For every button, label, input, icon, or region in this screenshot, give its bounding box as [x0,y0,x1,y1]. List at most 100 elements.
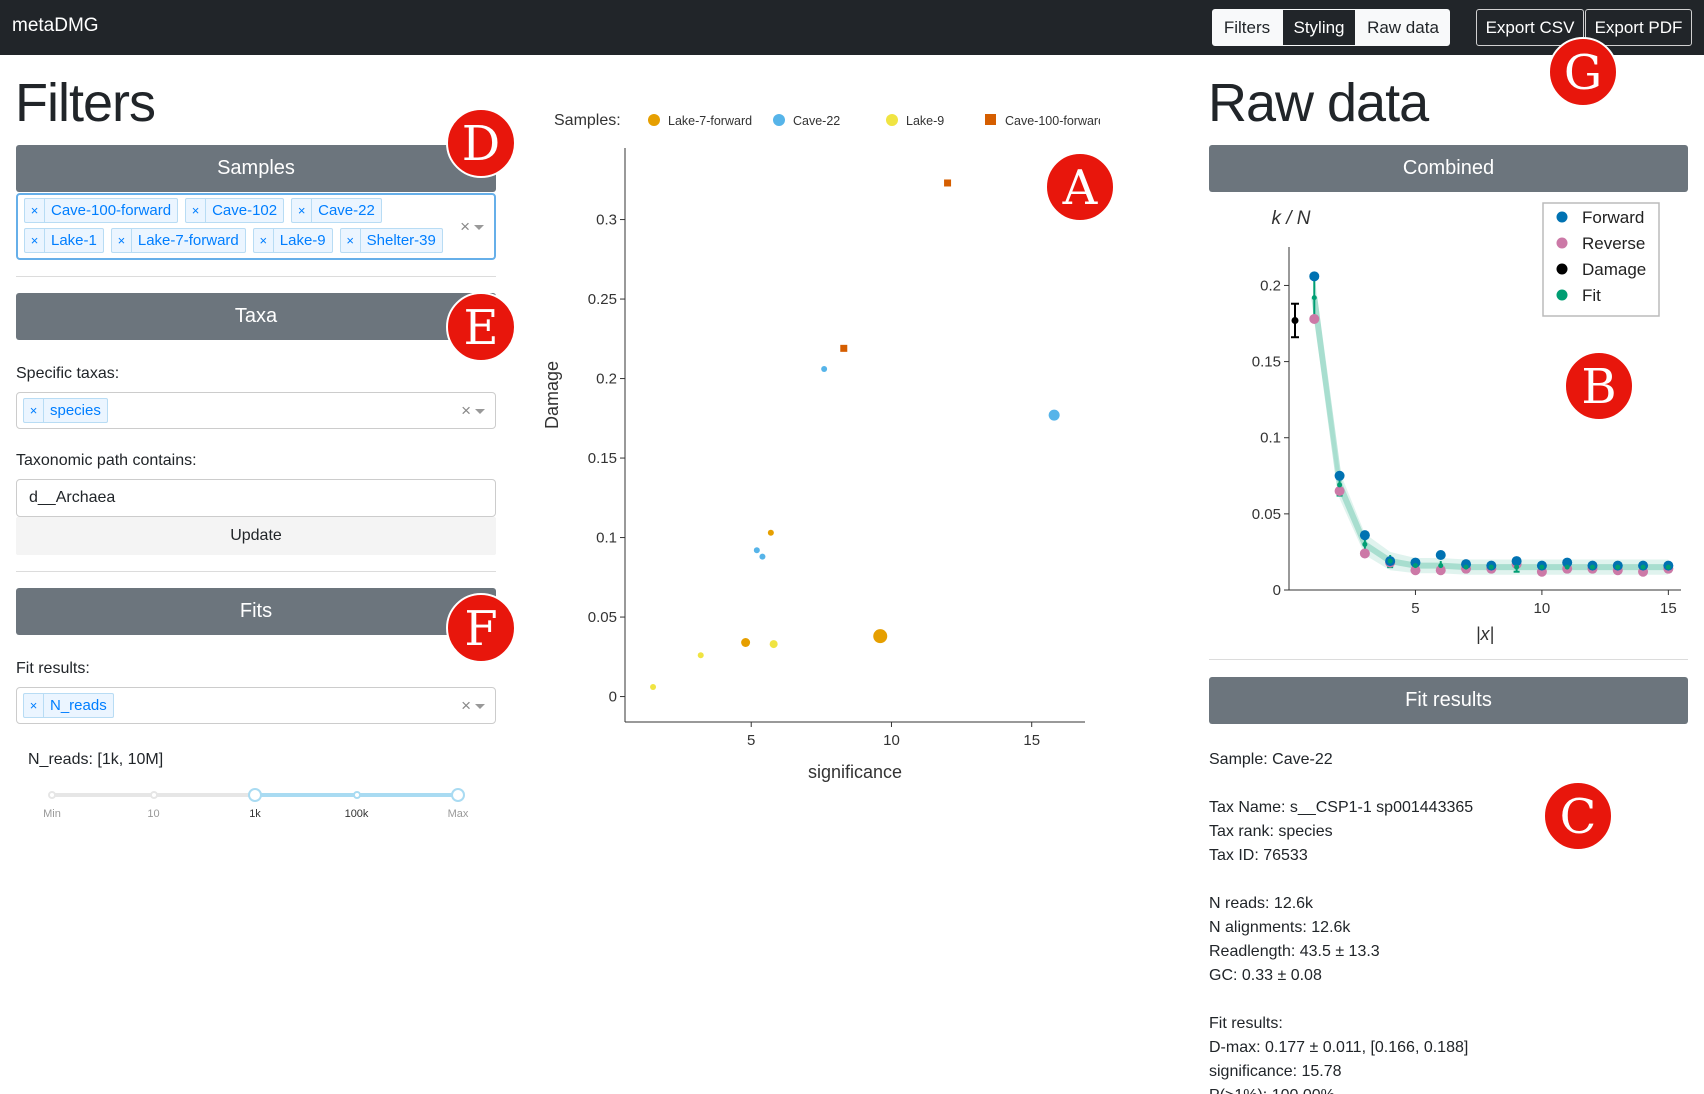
sample-chip: × Lake-7-forward [110,228,246,253]
taxa-chevron-down-icon[interactable] [475,408,485,414]
sample-chip-label: Cave-22 [318,202,375,219]
sample-chip: × Shelter-39 [339,228,443,253]
update-button[interactable]: Update [16,517,496,555]
fit-results-header[interactable]: Fit results [1209,677,1688,724]
specific-taxas-multiselect[interactable]: × species × [16,392,496,429]
sample-chip: × Cave-100-forward [24,198,179,223]
forward-point [1511,556,1522,567]
y-tick-label: 0.3 [596,212,617,229]
y-tick-label: 0.05 [1252,506,1281,523]
slider-mark-label: 100k [344,808,369,820]
tab-raw-data[interactable]: Raw data [1356,9,1450,46]
sample-chip-label: Lake-1 [51,232,97,249]
fit-line [1311,297,1669,571]
annotation-badge-g: G [1548,37,1618,107]
top-navbar: metaDMG Filters Styling Raw data Export … [0,0,1704,55]
y-tick-label: 0.15 [588,450,617,467]
tab-styling[interactable]: Styling [1282,9,1356,46]
scatter-point [840,344,848,352]
reverse-point [1334,486,1345,497]
slider-dot [149,791,158,799]
tax-rank-line: Tax rank: species [1209,823,1333,840]
fit-results-chevron-down-icon[interactable] [475,703,485,709]
fit-results-multiselect[interactable]: × N_reads × [16,687,496,724]
legend-marker [1556,263,1568,275]
fit-point [1438,563,1444,569]
slider-mark-label: 10 [147,808,160,820]
samples-chevron-down-icon[interactable] [474,224,484,230]
sample-line: Sample: Cave-22 [1209,751,1333,768]
raw-data-title: Raw data [1208,73,1429,133]
export-pdf-button[interactable]: Export PDF [1585,9,1692,46]
fit-point [1640,564,1646,570]
legend-marker [648,114,660,126]
remove-chip-icon[interactable]: × [292,199,313,222]
fit-result-chip: × N_reads [23,693,114,718]
n-alignments-line: N alignments: 12.6k [1209,919,1351,936]
forward-point [1359,530,1370,541]
x-axis-label: |x| [1476,624,1494,644]
sample-chip-label: Lake-9 [279,232,326,249]
scatter-point [769,640,778,649]
forward-point [1435,549,1446,560]
taxonomic-path-label: Taxonomic path contains: [16,452,197,469]
fit-point [1337,482,1343,488]
fits-header[interactable]: Fits [16,588,496,635]
remove-chip-icon[interactable]: × [186,199,207,222]
remove-chip-icon[interactable]: × [25,199,45,222]
fit-results-clear-icon[interactable]: × [461,696,471,716]
legend-label: Damage [1582,260,1646,279]
samples-header[interactable]: Samples [16,145,496,192]
scatter-point [821,366,828,373]
sample-chip: × Cave-22 [291,198,382,223]
scatter-point [759,553,766,560]
legend-label: Reverse [1582,234,1645,253]
samples-clear-icon[interactable]: × [460,217,470,237]
partial-line: P(>1%): 100.00% [1209,1084,1689,1094]
remove-chip-icon[interactable]: × [24,694,44,717]
forward-point [1334,470,1345,481]
x-tick-label: 10 [883,732,900,749]
sample-chip-label: Cave-100-forward [51,202,172,219]
fit-point [1488,564,1494,570]
remove-chip-icon[interactable]: × [24,399,44,422]
fit-point [1539,564,1545,570]
x-axis-label: significance [808,762,902,782]
remove-chip-icon[interactable]: × [341,229,361,252]
specific-taxas-label: Specific taxas: [16,365,120,382]
scatter-point [753,547,760,554]
samples-multiselect[interactable]: × Cave-100-forward × Cave-102 × Cave-22 × Lake-… [16,193,496,260]
fit-band [1314,273,1669,575]
scatter-point [944,179,952,187]
remove-chip-icon[interactable]: × [25,229,45,252]
tab-filters[interactable]: Filters [1212,9,1282,46]
y-tick-label: 0.25 [588,291,617,308]
taxonomic-path-input[interactable]: d__Archaea [16,479,496,517]
legend-marker [1556,211,1568,223]
taxa-header[interactable]: Taxa [16,293,496,340]
damage-profile-chart[interactable]: 0 0.05 0.1 0.15 0.2 5 10 15 |x| k / N Forward Rever… [1209,195,1688,645]
taxa-clear-icon[interactable]: × [461,401,471,421]
app-brand: metaDMG [12,15,99,36]
annotation-badge-d: D [446,108,516,178]
taxa-chip-list: × species [23,398,455,423]
n-reads-range-slider[interactable]: Min 10 1k 100k Max [43,786,468,826]
damage-vs-significance-scatter[interactable]: 0 0.05 0.1 0.15 0.2 0.25 0.3 5 10 15 significance D… [530,100,1100,800]
slider-mark-label: 1k [249,808,261,820]
y-tick-label: 0.05 [588,609,617,626]
sample-chip-label: Shelter-39 [366,232,436,249]
remove-chip-icon[interactable]: × [254,229,274,252]
fit-point [1463,564,1469,570]
x-tick-label: 10 [1534,600,1551,617]
annotation-badge-f: F [446,593,516,663]
slider-handle[interactable] [451,788,465,802]
slider-handle[interactable] [248,788,262,802]
remove-chip-icon[interactable]: × [112,229,132,252]
annotation-badge-b: B [1564,351,1634,421]
y-tick-label: 0.1 [596,530,617,547]
taxa-chip-label: species [50,402,101,419]
legend-label: Fit [1582,286,1601,305]
legend-label: Cave-100-forward [1005,114,1100,128]
fit-results-label: Fit results: [16,660,90,677]
combined-header[interactable]: Combined [1209,145,1688,192]
